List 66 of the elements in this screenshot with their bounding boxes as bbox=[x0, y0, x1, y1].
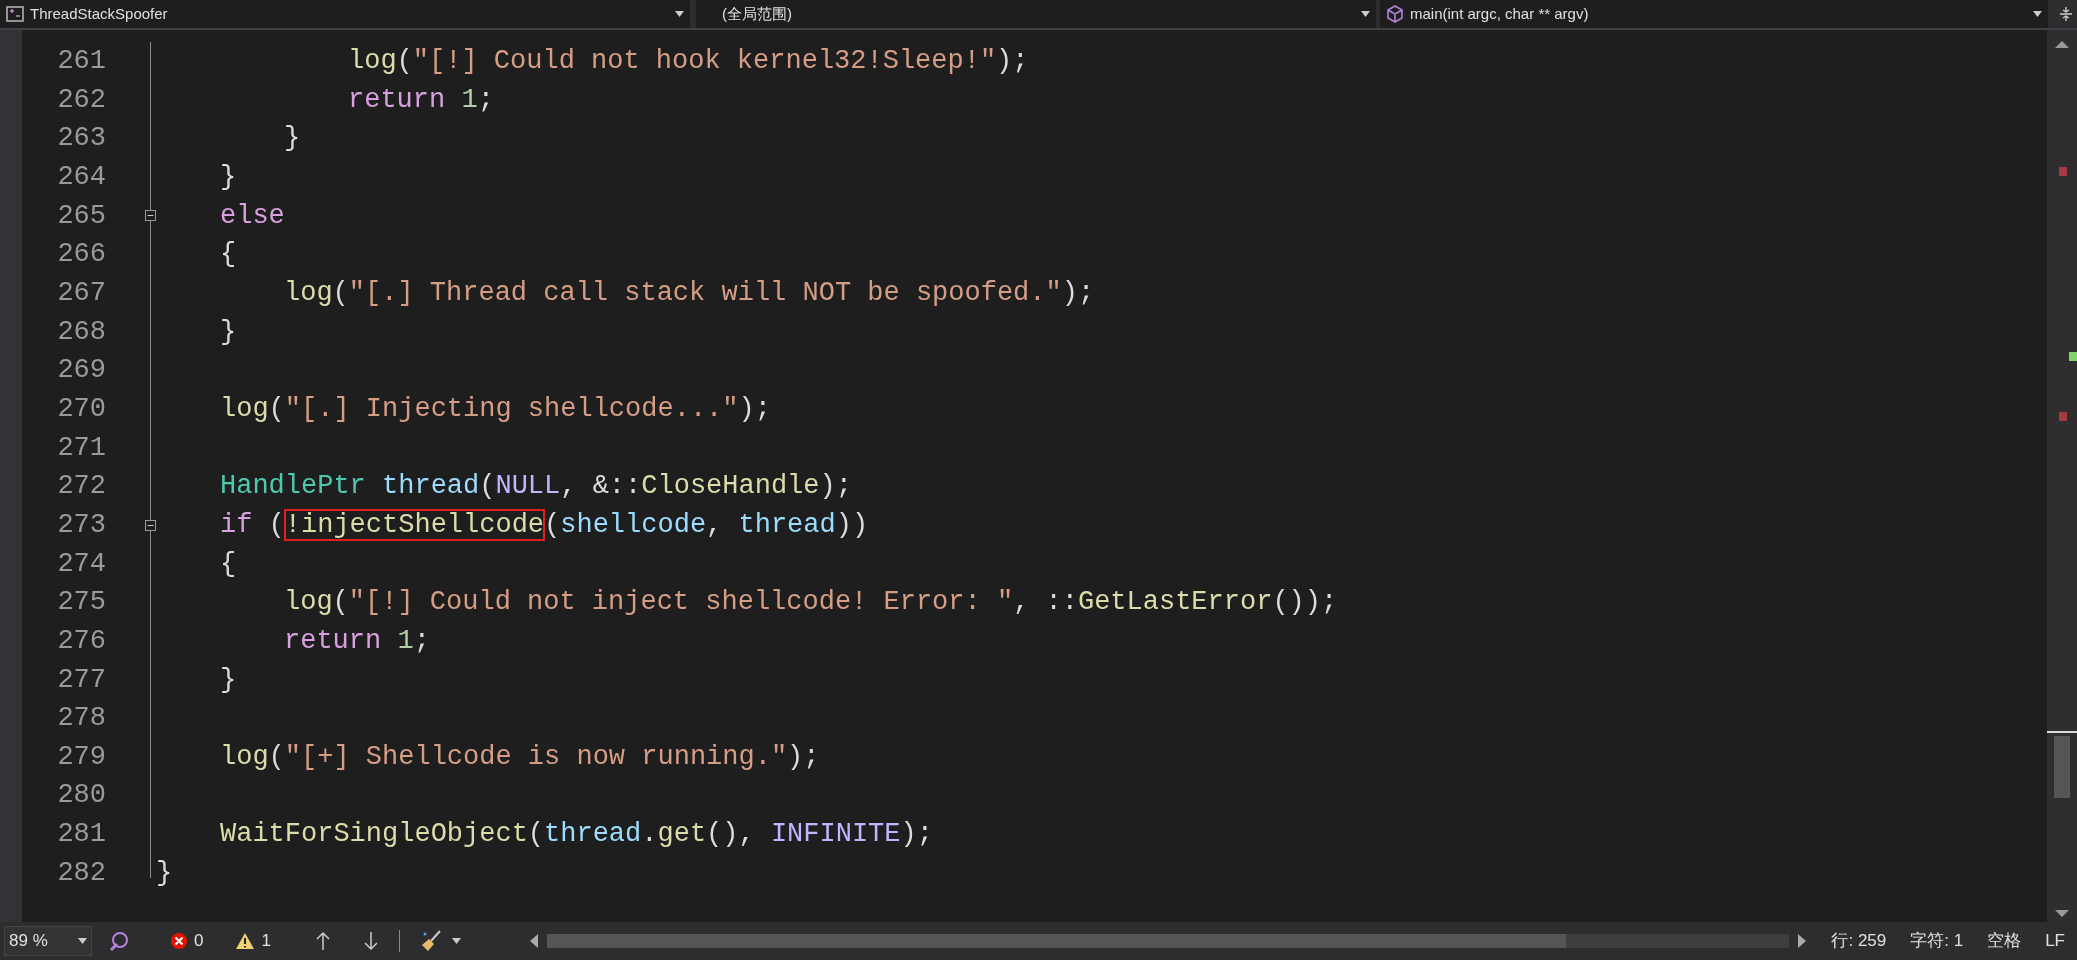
line-number: 261 bbox=[56, 45, 106, 78]
line-number: 271 bbox=[56, 431, 106, 465]
project-dropdown[interactable]: ThreadStackSpoofer bbox=[0, 0, 690, 28]
line-number: 278 bbox=[56, 702, 106, 736]
line-number: 269 bbox=[56, 354, 106, 388]
code-line: { bbox=[220, 238, 237, 272]
split-icon bbox=[2059, 6, 2073, 22]
code-line: } bbox=[220, 160, 237, 194]
line-number: 280 bbox=[56, 779, 106, 813]
line-number: 277 bbox=[56, 663, 106, 697]
scope-dropdown[interactable]: (全局范围) bbox=[696, 0, 1376, 28]
line-number: 279 bbox=[56, 740, 106, 774]
caret-icon bbox=[1361, 11, 1370, 17]
line-number: 264 bbox=[56, 160, 106, 194]
line-number: 282 bbox=[56, 856, 106, 890]
member-dropdown[interactable]: main(int argc, char ** argv) bbox=[1380, 0, 2048, 28]
line-number: 267 bbox=[56, 276, 106, 310]
code-line: WaitForSingleObject(thread.get(), INFINITE); bbox=[220, 818, 933, 852]
code-line: } bbox=[284, 122, 301, 156]
caret-icon bbox=[451, 938, 461, 944]
line-number: 262 bbox=[56, 83, 106, 117]
scroll-left-icon[interactable] bbox=[528, 934, 539, 948]
caret-icon bbox=[78, 938, 87, 944]
code-line: log("[.] Injecting shellcode..."); bbox=[220, 392, 771, 426]
code-line: log("[.] Thread call stack will NOT be spoofed."); bbox=[284, 276, 1095, 310]
collapse-icon[interactable] bbox=[145, 519, 156, 531]
line-number: 276 bbox=[56, 624, 106, 658]
line-number: 270 bbox=[56, 392, 106, 426]
error-icon bbox=[170, 932, 188, 950]
collapse-icon[interactable] bbox=[145, 210, 156, 222]
horizontal-scrollbar[interactable] bbox=[528, 934, 1808, 948]
code-line: log("[!] Could not inject shellcode! Error: ", ::GetLastError()); bbox=[284, 586, 1338, 620]
line-number: 274 bbox=[56, 547, 106, 581]
project-icon bbox=[6, 6, 24, 22]
code-line: } bbox=[220, 315, 237, 349]
caret-icon bbox=[2033, 11, 2042, 17]
indent-indicator[interactable]: 空格 bbox=[1987, 928, 2022, 954]
caret-icon bbox=[675, 11, 684, 17]
scroll-right-icon[interactable] bbox=[1797, 934, 1808, 948]
line-number: 273 bbox=[56, 508, 106, 542]
warning-count[interactable]: 1 bbox=[235, 928, 271, 954]
line-number: 281 bbox=[56, 818, 106, 852]
vertical-scrollbar[interactable] bbox=[2047, 30, 2077, 922]
code-line: { bbox=[220, 547, 237, 581]
line-number: 268 bbox=[56, 315, 106, 349]
column-indicator[interactable]: 字符: 1 bbox=[1910, 928, 1964, 954]
line-number: 272 bbox=[56, 470, 106, 504]
code-line: return 1; bbox=[284, 624, 430, 658]
line-number: 266 bbox=[56, 238, 106, 272]
cube-icon bbox=[1386, 5, 1404, 23]
code-line: } bbox=[156, 856, 173, 890]
line-ending-indicator[interactable]: LF bbox=[2045, 928, 2065, 954]
warning-icon bbox=[235, 932, 256, 950]
code-line: log("[+] Shellcode is now running."); bbox=[220, 740, 820, 774]
line-indicator[interactable]: 行: 259 bbox=[1831, 928, 1887, 954]
code-line: if (!injectShellcode(shellcode, thread)) bbox=[220, 508, 869, 542]
code-line: return 1; bbox=[348, 83, 494, 117]
zoom-dropdown[interactable]: 89 % bbox=[4, 926, 92, 956]
line-number: 275 bbox=[56, 586, 106, 620]
line-number: 263 bbox=[56, 122, 106, 156]
code-line: else bbox=[220, 199, 285, 233]
code-line: HandlePtr thread(NULL, &::CloseHandle); bbox=[220, 470, 852, 504]
error-count[interactable]: 0 bbox=[170, 928, 204, 954]
line-number: 265 bbox=[56, 199, 106, 233]
code-line: } bbox=[220, 663, 237, 697]
code-line: log("[!] Could not hook kernel32!Sleep!"); bbox=[348, 45, 1029, 78]
